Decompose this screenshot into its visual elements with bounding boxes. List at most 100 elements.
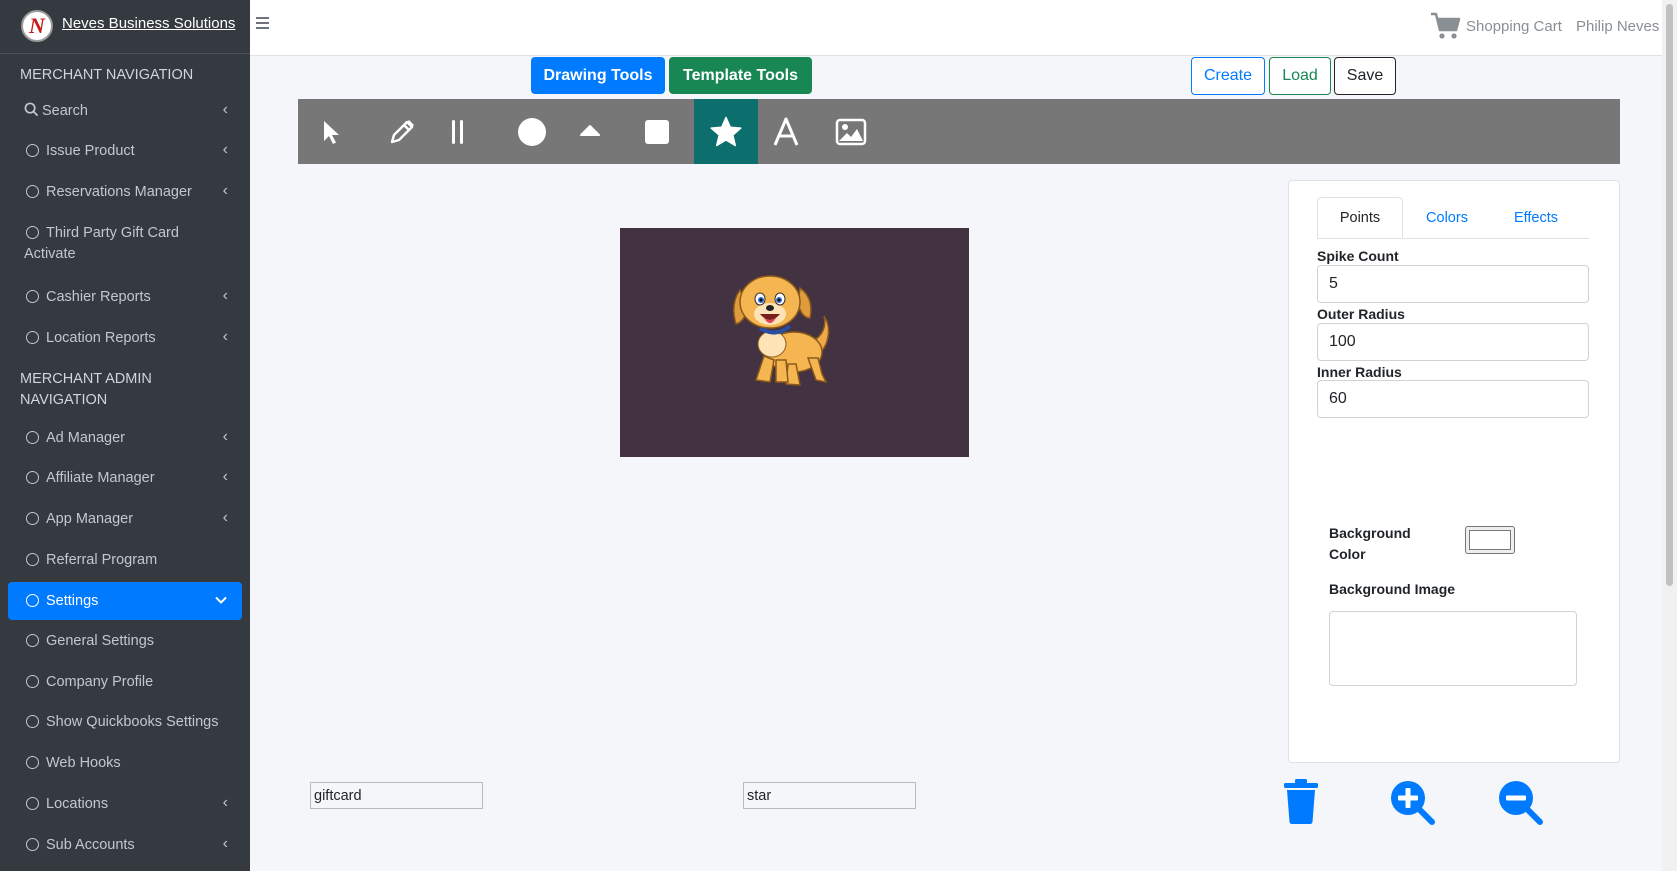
circle-icon bbox=[26, 290, 39, 303]
sidebar-item-quickbooks-settings[interactable]: Show Quickbooks Settings bbox=[8, 703, 242, 741]
chevron-left-icon: ‹ bbox=[222, 468, 228, 485]
sidebar-item-referral-program[interactable]: Referral Program bbox=[8, 541, 242, 579]
spike-count-label: Spike Count bbox=[1317, 248, 1399, 264]
sidebar-item-label: Company Profile bbox=[46, 674, 154, 690]
properties-panel: Points Colors Effects Spike Count Outer … bbox=[1288, 180, 1620, 763]
brand-logo-letter: N bbox=[29, 13, 45, 38]
outer-radius-label: Outer Radius bbox=[1317, 306, 1405, 322]
circle-icon bbox=[26, 838, 39, 851]
background-image-dropzone[interactable] bbox=[1329, 611, 1577, 686]
background-color-picker[interactable] bbox=[1465, 526, 1515, 554]
chevron-left-icon: ‹ bbox=[222, 509, 228, 526]
spike-count-input[interactable] bbox=[1317, 265, 1589, 303]
search-icon bbox=[24, 102, 39, 117]
hamburger-menu-icon[interactable] bbox=[256, 17, 269, 32]
circle-icon bbox=[26, 431, 39, 444]
sidebar-item-ad-manager[interactable]: Ad Manager ‹ bbox=[8, 419, 242, 457]
brand-logo: N bbox=[21, 10, 53, 42]
sidebar-item-label: Location Reports bbox=[46, 330, 156, 346]
sidebar-item-label: Locations bbox=[46, 796, 109, 812]
sidebar-item-label: Show Quickbooks Settings bbox=[46, 714, 219, 730]
sidebar-item-sub-accounts[interactable]: Sub Accounts ‹ bbox=[8, 826, 242, 864]
sidebar-item-label: Third Party Gift Card Activate bbox=[24, 225, 179, 262]
circle-icon bbox=[26, 144, 39, 157]
design-canvas[interactable] bbox=[620, 228, 969, 457]
tab-effects[interactable]: Effects bbox=[1491, 197, 1581, 238]
line-icon[interactable] bbox=[426, 99, 490, 164]
drawing-tools-button[interactable]: Drawing Tools bbox=[531, 57, 665, 94]
chevron-left-icon: ‹ bbox=[222, 794, 228, 811]
sidebar-item-label: Affiliate Manager bbox=[46, 470, 155, 486]
zoom-out-icon[interactable] bbox=[1497, 779, 1543, 825]
sidebar-item-location-reports[interactable]: Location Reports ‹ bbox=[8, 319, 242, 357]
sidebar-item-search[interactable]: Search ‹ bbox=[8, 92, 242, 130]
top-navbar: Shopping Cart Philip Neves bbox=[250, 0, 1662, 56]
chevron-left-icon: ‹ bbox=[222, 182, 228, 199]
sidebar-item-locations[interactable]: Locations ‹ bbox=[8, 785, 242, 823]
chevron-left-icon: ‹ bbox=[222, 328, 228, 345]
inner-radius-input[interactable] bbox=[1317, 380, 1589, 418]
zoom-in-icon[interactable] bbox=[1389, 779, 1435, 825]
shopping-cart-link[interactable]: Shopping Cart bbox=[1466, 18, 1562, 35]
background-image-label: Background Image bbox=[1329, 581, 1456, 597]
background-color-label: Background Color bbox=[1329, 525, 1411, 562]
sidebar-item-settings[interactable]: Settings bbox=[8, 582, 242, 620]
sidebar-item-label: Web Hooks bbox=[46, 755, 121, 771]
image-icon[interactable] bbox=[819, 99, 883, 164]
sidebar-item-label: Issue Product bbox=[46, 143, 135, 159]
pencil-icon[interactable] bbox=[370, 99, 434, 164]
chevron-left-icon: ‹ bbox=[222, 101, 228, 118]
rectangle-icon[interactable] bbox=[625, 99, 689, 164]
sidebar-item-cashier-reports[interactable]: Cashier Reports ‹ bbox=[8, 278, 242, 316]
shape-name-input[interactable] bbox=[743, 782, 916, 809]
save-button[interactable]: Save bbox=[1334, 57, 1396, 95]
circle-icon bbox=[26, 715, 39, 728]
select-arrow-icon[interactable] bbox=[300, 99, 364, 164]
sidebar-item-affiliate-manager[interactable]: Affiliate Manager ‹ bbox=[8, 459, 242, 497]
sidebar-item-general-settings[interactable]: General Settings bbox=[8, 622, 242, 660]
properties-tabs: Points Colors Effects bbox=[1317, 197, 1589, 239]
outer-radius-input[interactable] bbox=[1317, 323, 1589, 361]
page-scrollbar[interactable] bbox=[1662, 0, 1677, 871]
drawing-toolbar bbox=[298, 99, 1620, 164]
tab-points[interactable]: Points bbox=[1317, 197, 1403, 238]
nav-header-merchant-admin: MERCHANT ADMIN NAVIGATION bbox=[20, 371, 152, 408]
user-name-link[interactable]: Philip Neves bbox=[1576, 18, 1659, 35]
load-button[interactable]: Load bbox=[1269, 57, 1331, 95]
sidebar-item-label: Referral Program bbox=[46, 552, 158, 568]
sidebar-item-app-manager[interactable]: App Manager ‹ bbox=[8, 500, 242, 538]
circle-icon bbox=[26, 553, 39, 566]
template-name-input[interactable] bbox=[310, 782, 483, 809]
sidebar-item-reservations-manager[interactable]: Reservations Manager ‹ bbox=[8, 173, 242, 211]
sidebar-item-label: App Manager bbox=[46, 511, 134, 527]
scrollbar-thumb[interactable] bbox=[1666, 4, 1673, 586]
trash-icon[interactable] bbox=[1283, 779, 1319, 825]
shopping-cart-icon[interactable] bbox=[1430, 11, 1462, 41]
circle-icon bbox=[26, 797, 39, 810]
sidebar-item-issue-product[interactable]: Issue Product ‹ bbox=[8, 132, 242, 170]
circle-icon bbox=[26, 756, 39, 769]
sidebar-item-web-hooks[interactable]: Web Hooks bbox=[8, 744, 242, 782]
circle-icon bbox=[26, 675, 39, 688]
tab-colors[interactable]: Colors bbox=[1405, 197, 1489, 238]
template-tools-button[interactable]: Template Tools bbox=[669, 57, 812, 94]
text-icon[interactable] bbox=[754, 99, 818, 164]
star-icon[interactable] bbox=[694, 99, 758, 164]
circle-icon bbox=[26, 512, 39, 525]
circle-icon bbox=[26, 185, 39, 198]
sidebar-item-label: Search bbox=[42, 103, 88, 119]
inner-radius-label: Inner Radius bbox=[1317, 364, 1402, 380]
sidebar-item-third-party-gift-card[interactable]: Third Party Gift Card Activate bbox=[8, 214, 242, 262]
create-button[interactable]: Create bbox=[1191, 57, 1265, 95]
sidebar-item-label: General Settings bbox=[46, 633, 155, 649]
triangle-icon[interactable] bbox=[558, 99, 622, 164]
sidebar-item-label: Sub Accounts bbox=[46, 837, 135, 853]
brand[interactable]: N Neves Business Solutions bbox=[0, 0, 250, 54]
brand-name[interactable]: Neves Business Solutions bbox=[62, 15, 235, 32]
sidebar: N Neves Business Solutions MERCHANT NAVI… bbox=[0, 0, 250, 871]
circle-icon[interactable] bbox=[500, 99, 564, 164]
sidebar-item-company-profile[interactable]: Company Profile bbox=[8, 663, 242, 701]
puppy-image[interactable] bbox=[730, 270, 836, 390]
chevron-left-icon: ‹ bbox=[222, 287, 228, 304]
sidebar-item-label: Ad Manager bbox=[46, 430, 125, 446]
